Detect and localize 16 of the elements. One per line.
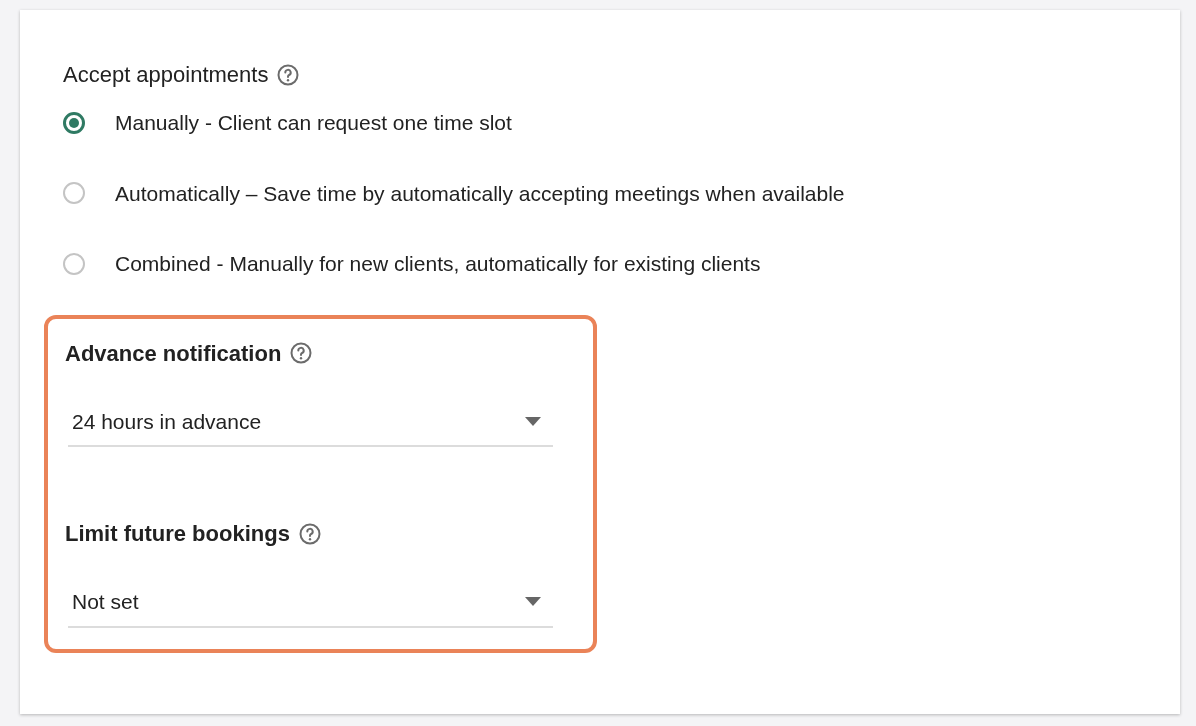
radio-button[interactable] <box>63 182 85 205</box>
help-icon[interactable] <box>289 341 314 365</box>
caret-icon <box>525 597 541 607</box>
radio-button[interactable] <box>63 111 85 134</box>
radio-label: Combined - Manually for new clients, automatically for existing clients <box>115 251 761 277</box>
field-label: Advance notification <box>65 339 282 368</box>
help-icon[interactable] <box>276 62 301 87</box>
dropdown-field[interactable]: 24 hours in advance <box>68 405 553 447</box>
caret-icon <box>525 416 541 426</box>
section-label: Accept appointments <box>63 61 269 89</box>
radio-button[interactable] <box>63 252 85 275</box>
radio-label: Manually - Client can request one time slot <box>115 110 512 136</box>
radio-label: Automatically – Save time by automatically accepting meetings when available <box>115 180 845 207</box>
dropdown-field[interactable]: Not set <box>68 586 553 628</box>
field-label: Limit future bookings <box>65 520 290 548</box>
help-icon[interactable] <box>297 521 322 546</box>
